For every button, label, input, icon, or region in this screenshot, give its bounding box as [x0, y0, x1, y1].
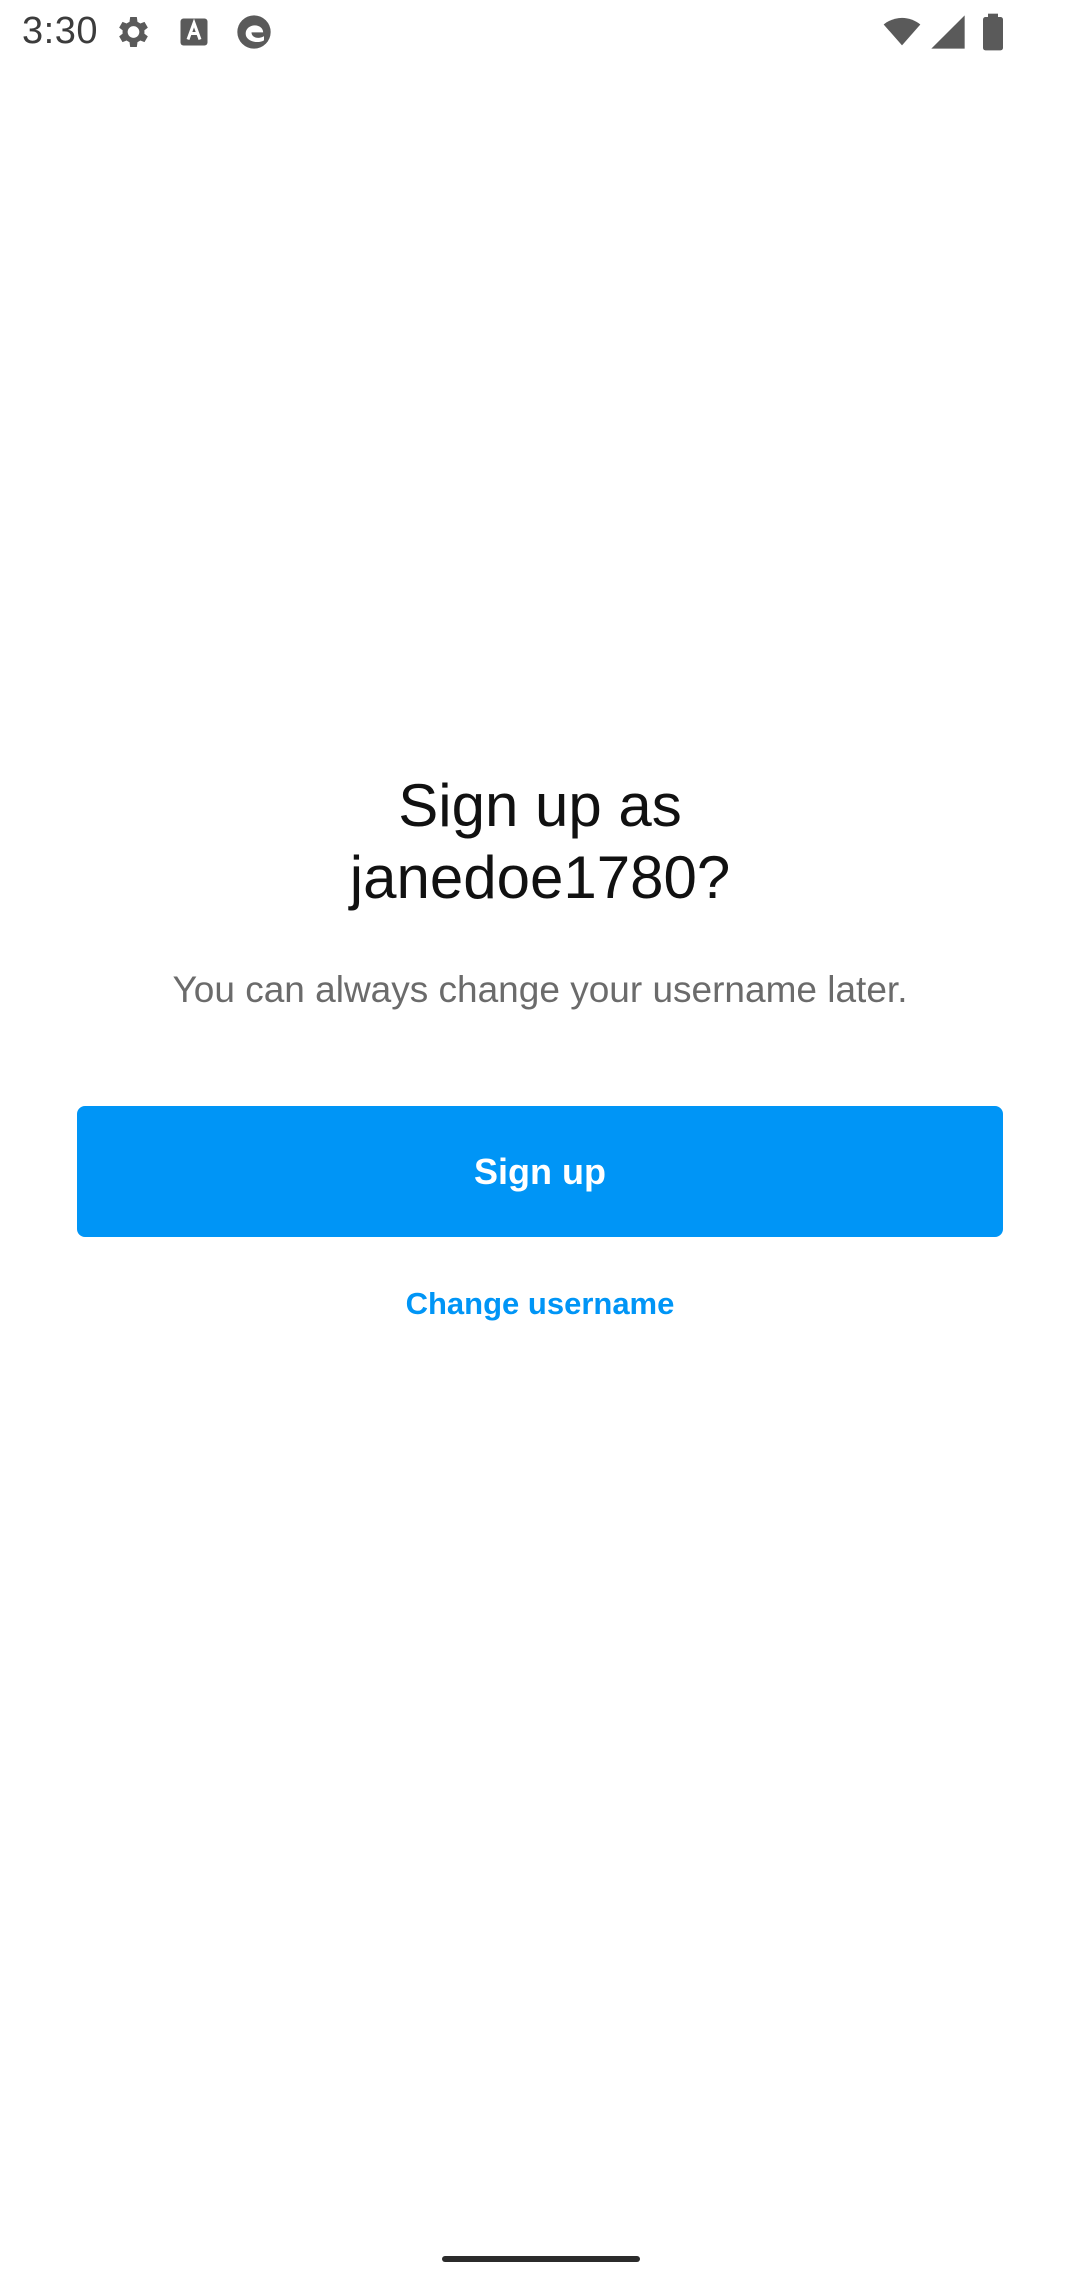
- home-indicator[interactable]: [442, 2256, 640, 2262]
- battery-icon: [983, 13, 1003, 51]
- settings-icon: [119, 17, 148, 47]
- subtitle-text: You can always change your username late…: [172, 969, 908, 1010]
- sign-up-button[interactable]: Sign up: [77, 1106, 1003, 1237]
- title-username: janedoe1780?: [349, 844, 731, 911]
- text-a-icon: [180, 18, 208, 46]
- status-time: 3:30: [22, 10, 98, 52]
- change-username-link[interactable]: Change username: [0, 1280, 1080, 1328]
- status-bar: 3:30: [0, 0, 1080, 64]
- cell-signal-icon: [931, 15, 965, 49]
- edge-browser-icon: [237, 15, 271, 49]
- wifi-icon: [883, 17, 921, 46]
- title-line-1: Sign up as: [398, 772, 682, 839]
- page-title: Sign up as janedoe1780?: [0, 770, 1080, 914]
